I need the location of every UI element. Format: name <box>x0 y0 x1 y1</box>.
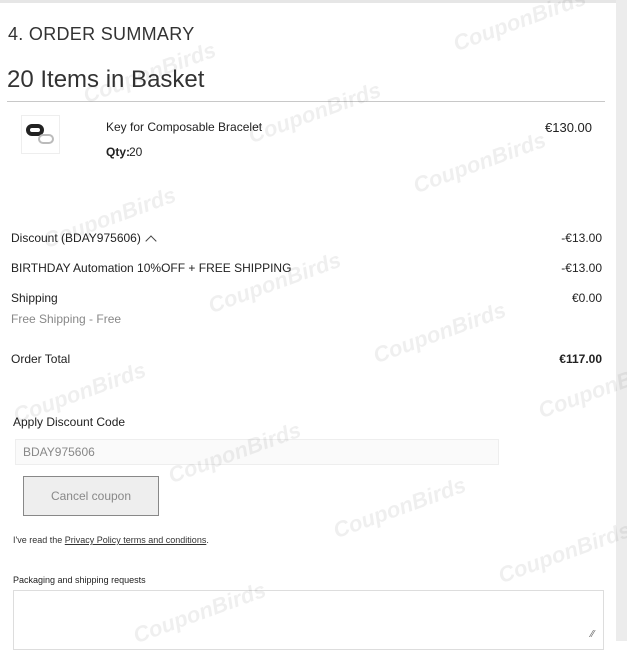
watermark: CouponBirds <box>494 516 627 589</box>
privacy-suffix: . <box>206 535 209 545</box>
resize-handle-icon[interactable]: ⁄⁄ <box>591 629 594 640</box>
watermark: CouponBirds <box>244 76 385 149</box>
packaging-label: Packaging and shipping requests <box>13 575 146 585</box>
divider <box>7 101 605 102</box>
item-price: €130.00 <box>545 120 592 135</box>
item-name: Key for Composable Bracelet <box>106 120 263 134</box>
order-total-value: €117.00 <box>559 352 602 366</box>
cancel-coupon-button[interactable]: Cancel coupon <box>23 476 159 516</box>
discount-value: -€13.00 <box>561 231 602 245</box>
watermark: CouponBirds <box>409 126 550 199</box>
basket-title: 20 Items in Basket <box>7 66 205 93</box>
watermark: CouponBirds <box>369 296 510 369</box>
promo-value: -€13.00 <box>561 261 602 275</box>
watermark: CouponBirds <box>204 246 345 319</box>
watermark: CouponBirds <box>449 0 590 57</box>
discount-code-input[interactable] <box>15 439 499 465</box>
discount-label: Discount (BDAY975606) <box>11 231 141 245</box>
top-border <box>0 0 627 3</box>
privacy-notice: I've read the Privacy Policy terms and c… <box>13 535 209 545</box>
step-title: 4. ORDER SUMMARY <box>8 24 195 44</box>
order-total-label: Order Total <box>11 352 71 366</box>
shipping-label: Shipping <box>11 291 58 305</box>
discount-code-heading: Apply Discount Code <box>13 415 126 429</box>
watermark: CouponBirds <box>329 471 470 544</box>
bracelet-link-icon <box>38 134 54 144</box>
promo-label: BIRTHDAY Automation 10%OFF + FREE SHIPPI… <box>11 261 292 275</box>
shipping-value: €0.00 <box>571 291 602 305</box>
scrollbar-track[interactable] <box>616 0 627 641</box>
packaging-requests-textarea[interactable] <box>13 590 604 650</box>
privacy-policy-link[interactable]: Privacy Policy terms and conditions <box>65 535 207 545</box>
chevron-up-icon <box>145 235 157 247</box>
product-thumbnail[interactable] <box>21 115 60 154</box>
privacy-prefix: I've read the <box>13 535 63 545</box>
qty-label: Qty: <box>106 145 130 159</box>
qty-value: 20 <box>129 145 143 159</box>
shipping-method: Free Shipping - Free <box>11 312 122 326</box>
discount-toggle[interactable]: Discount (BDAY975606) <box>11 231 157 247</box>
